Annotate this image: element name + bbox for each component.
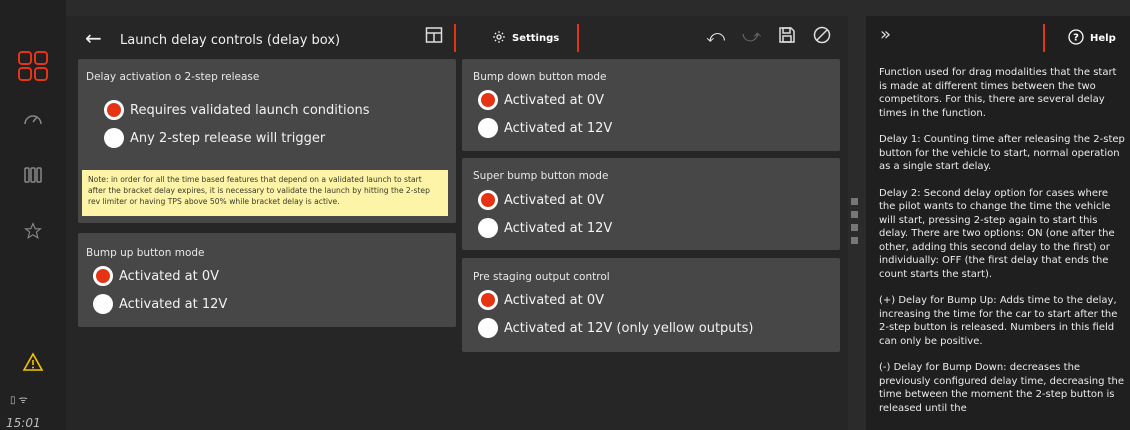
left-rail: ▯ ᯤ 15:01 [0, 0, 66, 430]
option-label: Activated at 0V [504, 92, 605, 108]
help-paragraph: Delay 1: Counting time after releasing t… [879, 134, 1125, 172]
help-paragraph: Delay 2: Second delay option for cases w… [879, 187, 1115, 280]
help-paragraph: (+) Delay for Bump Up: Adds time to the … [879, 295, 1118, 347]
radio-selected[interactable] [478, 190, 498, 210]
dashboard-grid-icon[interactable] [17, 50, 49, 82]
option-label: Activated at 0V [119, 268, 220, 284]
radio-option[interactable]: Any 2-step release will trigger [104, 128, 325, 148]
radio-selected[interactable] [478, 290, 498, 310]
radio-option[interactable]: Activated at 0V [478, 90, 604, 110]
star-icon[interactable] [17, 222, 49, 240]
option-label: Requires validated launch conditions [130, 102, 370, 118]
radio-option[interactable]: Activated at 0V [93, 266, 219, 286]
radio-option[interactable]: Activated at 0V [478, 190, 604, 210]
radio-unselected[interactable] [478, 118, 498, 138]
option-label: Activated at 12V [504, 120, 613, 136]
radio-unselected[interactable] [104, 128, 124, 148]
card-label: Pre staging output control [473, 271, 610, 283]
battery-wifi-icon: ▯ ᯤ [10, 395, 28, 406]
warning-icon[interactable] [17, 352, 49, 372]
undo-icon[interactable]: ⤺ [706, 26, 725, 47]
tab-separator [1043, 24, 1045, 52]
radio-option[interactable]: Activated at 12V [478, 118, 612, 138]
gauge-icon[interactable] [17, 110, 49, 126]
radio-unselected[interactable] [93, 294, 113, 314]
help-paragraph: Function used for drag modalities that t… [879, 67, 1117, 119]
collapse-chevrons-icon[interactable]: » [880, 24, 891, 45]
question-icon: ? [1068, 29, 1084, 48]
option-label: Activated at 0V [504, 192, 605, 208]
option-label: Activated at 12V [119, 296, 228, 312]
option-label: Any 2-step release will trigger [130, 130, 326, 146]
settings-label: Settings [512, 33, 560, 44]
radio-option[interactable]: Activated at 0V [478, 290, 604, 310]
back-arrow-icon[interactable]: ← [85, 26, 102, 50]
card-label: Super bump button mode [473, 170, 609, 182]
radio-unselected[interactable] [478, 318, 498, 338]
card-label: Delay activation o 2-step release [86, 71, 260, 83]
radio-unselected[interactable] [478, 218, 498, 238]
tab-separator [454, 24, 456, 52]
tab-separator [577, 24, 579, 52]
help-text: Function used for drag modalities that t… [879, 66, 1125, 420]
card-label: Bump up button mode [86, 247, 205, 259]
cancel-icon[interactable] [813, 26, 831, 49]
radio-option[interactable]: Activated at 12V (only yellow outputs) [478, 318, 753, 338]
option-label: Activated at 0V [504, 292, 605, 308]
redo-icon[interactable]: ⤻ [742, 26, 761, 47]
table-icon[interactable] [425, 26, 443, 49]
card-label: Bump down button mode [473, 71, 607, 83]
panel-resize-handle[interactable] [851, 198, 859, 250]
page-title: Launch delay controls (delay box) [120, 33, 341, 48]
gear-icon [492, 30, 506, 47]
radio-selected[interactable] [478, 90, 498, 110]
clock: 15:01 [6, 416, 41, 430]
note-box: Note: in order for all the time based fe… [82, 170, 448, 216]
option-label: Activated at 12V (only yellow outputs) [504, 320, 754, 336]
columns-icon[interactable] [17, 166, 49, 184]
radio-option[interactable]: Requires validated launch conditions [104, 100, 370, 120]
radio-selected[interactable] [104, 100, 124, 120]
help-paragraph: (-) Delay for Bump Down: decreases the p… [879, 362, 1125, 414]
radio-option[interactable]: Activated at 12V [93, 294, 227, 314]
help-label: Help [1090, 33, 1116, 44]
save-icon[interactable] [778, 26, 796, 49]
radio-selected[interactable] [93, 266, 113, 286]
option-label: Activated at 12V [504, 220, 613, 236]
help-button[interactable]: ? Help [1068, 29, 1116, 48]
tab-settings[interactable]: Settings [492, 30, 559, 47]
radio-option[interactable]: Activated at 12V [478, 218, 612, 238]
svg-text:?: ? [1073, 33, 1079, 44]
